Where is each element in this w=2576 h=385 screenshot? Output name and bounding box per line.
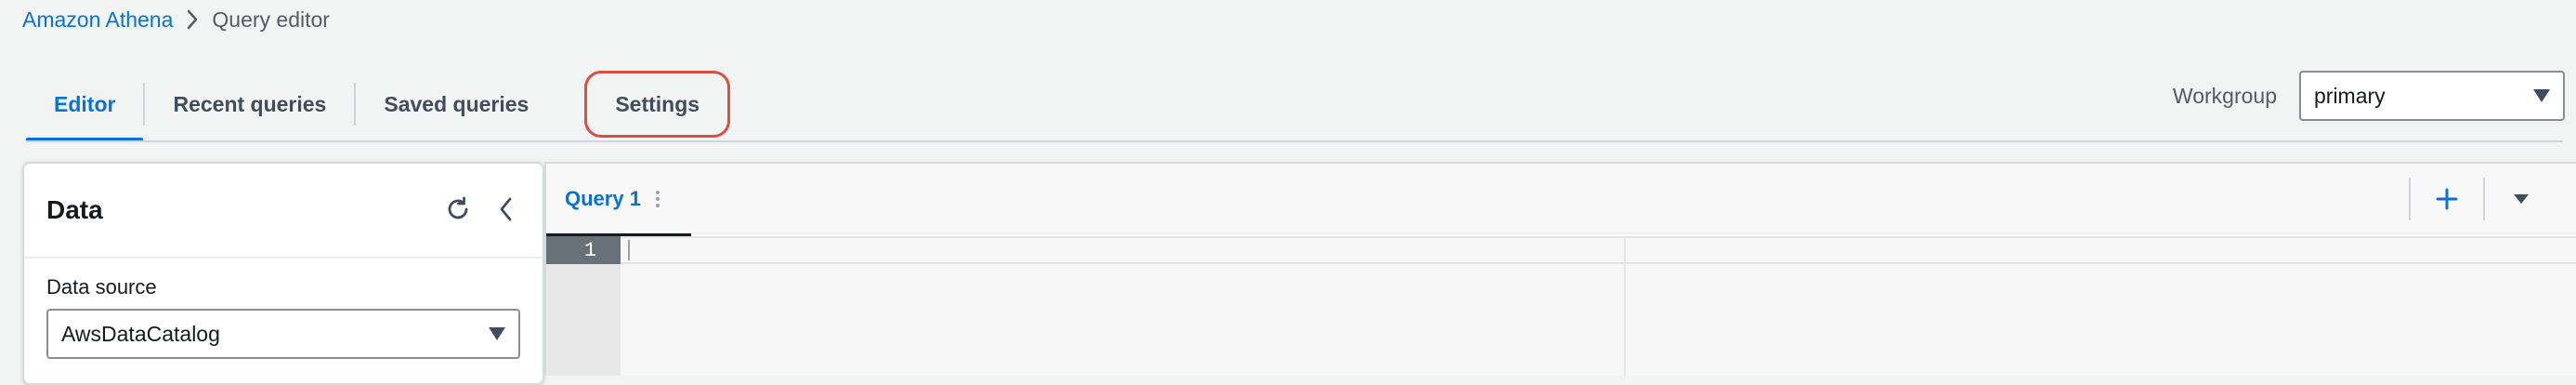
tab-recent-queries[interactable]: Recent queries xyxy=(145,67,354,141)
chevron-left-icon[interactable] xyxy=(496,195,517,223)
data-panel-header: Data xyxy=(24,164,543,259)
breadcrumb: Amazon Athena Query editor xyxy=(22,4,330,35)
line-number: 1 xyxy=(546,236,621,264)
breadcrumb-current-page: Query editor xyxy=(212,7,330,32)
tab-saved-queries[interactable]: Saved queries xyxy=(356,67,556,141)
data-source-select[interactable]: AwsDataCatalog xyxy=(46,309,520,359)
tabs-underline xyxy=(26,140,2563,142)
caret-down-icon xyxy=(2533,89,2550,102)
query-editor: Query 1 1 xyxy=(544,162,2576,376)
add-query-button[interactable] xyxy=(2411,179,2483,219)
tab-settings-label: Settings xyxy=(615,91,700,116)
workgroup-control: Workgroup primary xyxy=(2173,71,2565,121)
data-source-select-value: AwsDataCatalog xyxy=(61,321,220,346)
data-panel-actions xyxy=(444,195,517,223)
more-options-button[interactable] xyxy=(2485,179,2557,219)
tab-editor-label: Editor xyxy=(54,91,116,116)
refresh-icon[interactable] xyxy=(444,195,472,223)
code-editor[interactable]: 1 xyxy=(546,236,2576,376)
query-tab[interactable]: Query 1 xyxy=(546,164,691,236)
query-tab-bar: Query 1 xyxy=(546,164,2576,236)
workgroup-select[interactable]: primary xyxy=(2299,71,2565,121)
main-tabs: Editor Recent queries Saved queries Sett… xyxy=(26,67,731,141)
chevron-right-icon xyxy=(186,9,199,30)
workgroup-label: Workgroup xyxy=(2172,83,2277,108)
workgroup-select-value: primary xyxy=(2314,83,2386,108)
query-tab-label: Query 1 xyxy=(565,187,641,210)
data-panel: Data Data source AwsDataCatalog xyxy=(22,162,544,385)
tab-recent-queries-label: Recent queries xyxy=(173,91,327,116)
tab-saved-queries-label: Saved queries xyxy=(384,91,530,116)
breadcrumb-amazon-athena-link[interactable]: Amazon Athena xyxy=(22,7,173,33)
data-source-label: Data source xyxy=(46,275,157,299)
query-tab-actions xyxy=(2409,178,2557,220)
current-line-highlight xyxy=(621,236,2576,264)
tab-editor[interactable]: Editor xyxy=(26,67,144,141)
text-cursor xyxy=(628,240,630,260)
print-margin xyxy=(1624,236,1626,376)
kebab-icon[interactable] xyxy=(655,191,660,207)
caret-down-icon xyxy=(489,327,505,340)
caret-down-icon xyxy=(2514,194,2529,204)
data-panel-title: Data xyxy=(46,195,103,224)
plus-icon xyxy=(2436,188,2458,210)
tab-settings[interactable]: Settings xyxy=(584,71,731,138)
